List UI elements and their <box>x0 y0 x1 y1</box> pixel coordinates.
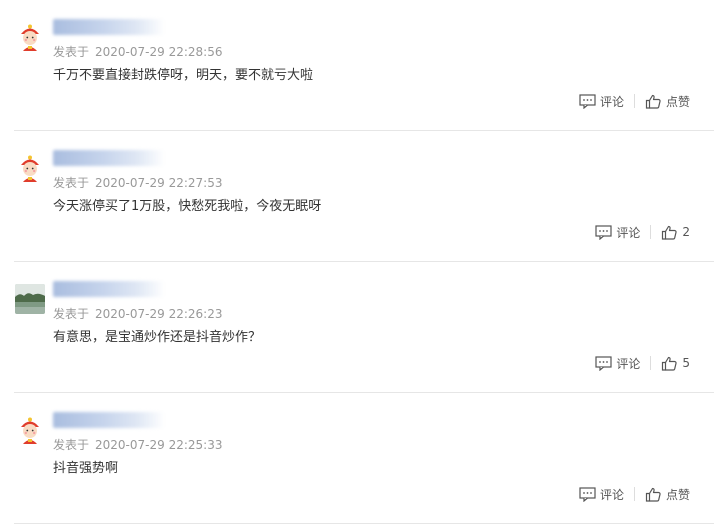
like-button[interactable]: 点赞 <box>645 486 690 503</box>
username-blurred <box>53 19 165 35</box>
meta-prefix: 发表于 <box>53 438 90 452</box>
like-button[interactable]: 5 <box>661 356 690 371</box>
thumbs-up-icon <box>662 356 678 371</box>
thumbs-up-icon <box>645 487 661 502</box>
avatar[interactable] <box>15 153 45 183</box>
reply-button[interactable]: 评论 <box>579 93 624 110</box>
comment-icon <box>595 355 612 371</box>
action-divider <box>650 356 652 370</box>
comment-meta: 发表于 2020-07-29 22:25:33 <box>53 436 222 453</box>
like-button[interactable]: 点赞 <box>645 93 690 110</box>
comment-text: 有意思，是宝通炒作还是抖音炒作？ <box>53 330 262 345</box>
meta-prefix: 发表于 <box>53 45 90 59</box>
comment-time: 2020-07-29 22:25:33 <box>95 438 223 452</box>
reply-label: 评论 <box>599 487 624 502</box>
comment-item: 发表于 2020-07-29 22:25:33 抖音强势啊 评论 点赞 <box>0 393 714 524</box>
comment-icon <box>595 224 612 240</box>
comment-icon <box>579 93 596 109</box>
like-label: 5 <box>682 356 690 370</box>
meta-prefix: 发表于 <box>53 307 90 321</box>
reply-button[interactable]: 评论 <box>595 224 640 241</box>
like-button[interactable]: 2 <box>661 225 690 240</box>
like-label: 点赞 <box>665 487 690 502</box>
comment-text: 千万不要直接封跌停呀，明天，要不就亏大啦 <box>53 68 314 83</box>
landscape-avatar-image <box>15 284 45 314</box>
username-blurred <box>53 281 165 297</box>
meta-prefix: 发表于 <box>53 176 90 190</box>
username-blurred <box>53 150 165 166</box>
comment-actions: 评论 点赞 <box>579 484 690 504</box>
comment-text: 今天涨停买了1万股，快愁死我啦，今夜无眠呀 <box>53 199 322 214</box>
thumbs-up-icon <box>645 94 661 109</box>
comment-meta: 发表于 2020-07-29 22:28:56 <box>53 43 222 60</box>
comment-text: 抖音强势啊 <box>53 461 119 476</box>
comment-item: 发表于 2020-07-29 22:27:53 今天涨停买了1万股，快愁死我啦，今… <box>0 131 714 262</box>
avatar[interactable] <box>15 284 45 314</box>
reply-label: 评论 <box>599 94 624 109</box>
avatar[interactable] <box>15 415 45 445</box>
comment-time: 2020-07-29 22:27:53 <box>95 176 223 190</box>
reply-label: 评论 <box>616 225 641 240</box>
action-divider <box>633 94 635 108</box>
cartoon-avatar-image <box>15 153 45 183</box>
comment-meta: 发表于 2020-07-29 22:27:53 <box>53 174 222 191</box>
comment-item: 发表于 2020-07-29 22:28:56 千万不要直接封跌停呀，明天，要不就… <box>0 0 714 131</box>
cartoon-avatar-image <box>15 22 45 52</box>
reply-button[interactable]: 评论 <box>579 486 624 503</box>
reply-label: 评论 <box>616 356 641 371</box>
comment-time: 2020-07-29 22:26:23 <box>95 307 223 321</box>
comment-actions: 评论 5 <box>595 353 690 373</box>
cartoon-avatar-image <box>15 415 45 445</box>
username-blurred <box>53 412 165 428</box>
comment-time: 2020-07-29 22:28:56 <box>95 45 223 59</box>
comment-meta: 发表于 2020-07-29 22:26:23 <box>53 305 222 322</box>
action-divider <box>650 225 652 239</box>
comment-item: 发表于 2020-07-29 22:26:23 有意思，是宝通炒作还是抖音炒作？ … <box>0 262 714 393</box>
like-label: 点赞 <box>665 94 690 109</box>
avatar[interactable] <box>15 22 45 52</box>
like-label: 2 <box>682 225 690 239</box>
action-divider <box>633 487 635 501</box>
thumbs-up-icon <box>662 225 678 240</box>
comment-icon <box>579 486 596 502</box>
reply-button[interactable]: 评论 <box>595 355 640 372</box>
comment-actions: 评论 2 <box>595 222 690 242</box>
comment-actions: 评论 点赞 <box>579 91 690 111</box>
